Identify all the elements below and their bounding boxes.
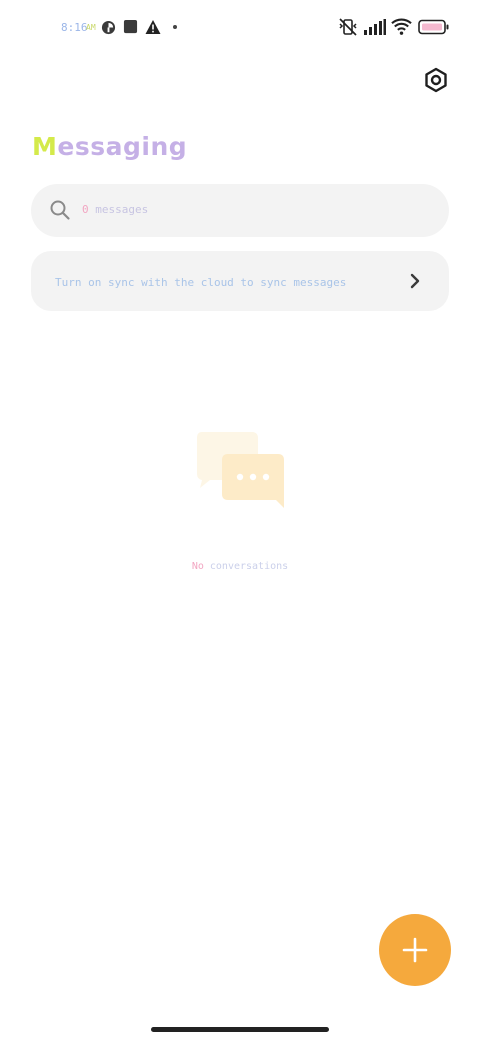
new-message-button[interactable] — [379, 914, 451, 986]
message-count: 0 — [82, 203, 89, 216]
chevron-right-icon — [410, 273, 420, 289]
empty-state-text-first: No — [191, 561, 204, 572]
notification-app-icon — [101, 20, 116, 35]
sync-banner-text: Turn on sync with the cloud to sync mess… — [55, 276, 347, 289]
chat-bubbles-icon — [197, 432, 284, 508]
status-bar: 8:16 AM — [0, 0, 480, 56]
signal-icon — [364, 19, 386, 35]
square-notification-icon — [123, 19, 138, 34]
warning-icon — [145, 20, 161, 34]
empty-state-text-rest: conversations — [203, 561, 289, 572]
search-placeholder: 0 messages — [82, 203, 148, 216]
search-placeholder-text: messages — [88, 203, 149, 216]
plus-icon — [402, 937, 428, 963]
empty-state-text: No conversations — [0, 561, 480, 572]
settings-hexagon-icon — [425, 67, 447, 93]
status-ampm: AM — [86, 23, 96, 32]
page-title: Messaging — [32, 132, 187, 161]
mute-vibrate-icon — [339, 18, 357, 36]
page-title-initial: M — [32, 132, 58, 161]
page-title-rest: essaging — [57, 132, 188, 161]
search-bar[interactable]: 0 messages — [31, 184, 449, 237]
battery-icon — [418, 19, 449, 35]
cloud-sync-banner[interactable]: Turn on sync with the cloud to sync mess… — [31, 251, 449, 311]
more-dot-icon — [173, 25, 177, 29]
search-icon — [50, 200, 70, 220]
status-time: 8:16 — [61, 21, 88, 34]
wifi-icon — [391, 18, 412, 35]
home-indicator[interactable] — [151, 1027, 329, 1032]
messaging-screen: 8:16 AM Messaging 0 messages Turn on syn… — [0, 0, 480, 1040]
settings-button[interactable] — [420, 64, 452, 96]
